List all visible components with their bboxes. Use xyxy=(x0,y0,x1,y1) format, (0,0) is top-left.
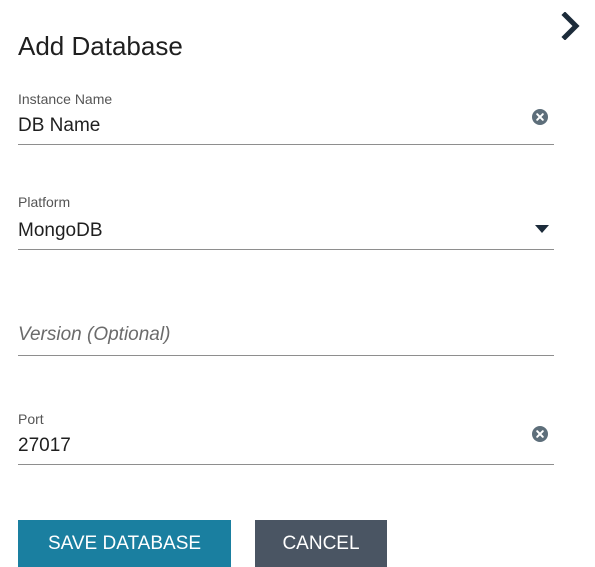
platform-value[interactable]: MongoDB xyxy=(18,220,103,242)
port-label: Port xyxy=(18,411,44,427)
port-value[interactable]: 27017 xyxy=(18,435,71,457)
platform-dropdown-button[interactable] xyxy=(533,222,551,236)
platform-select[interactable]: Platform MongoDB xyxy=(18,191,554,250)
port-field[interactable]: Port 27017 xyxy=(18,408,554,465)
instance-name-label: Instance Name xyxy=(18,91,113,107)
save-database-button[interactable]: SAVE DATABASE xyxy=(18,520,231,567)
chevron-right-icon xyxy=(561,12,580,40)
cancel-button[interactable]: CANCEL xyxy=(255,520,387,567)
page-title: Add Database xyxy=(18,31,183,61)
add-database-panel: Add Database Instance Name DB Name Platf… xyxy=(0,0,595,567)
instance-name-field[interactable]: Instance Name DB Name xyxy=(18,88,554,145)
port-clear-button[interactable] xyxy=(532,426,548,442)
clear-icon xyxy=(536,113,544,121)
caret-down-icon xyxy=(535,224,549,233)
platform-label: Platform xyxy=(18,194,71,210)
instance-name-value[interactable]: DB Name xyxy=(18,115,100,137)
version-placeholder[interactable]: Version (Optional) xyxy=(18,324,170,346)
collapse-panel-button[interactable] xyxy=(556,8,586,44)
version-field[interactable]: Version (Optional) xyxy=(18,318,554,356)
clear-icon xyxy=(536,430,544,438)
instance-name-clear-button[interactable] xyxy=(532,109,548,125)
